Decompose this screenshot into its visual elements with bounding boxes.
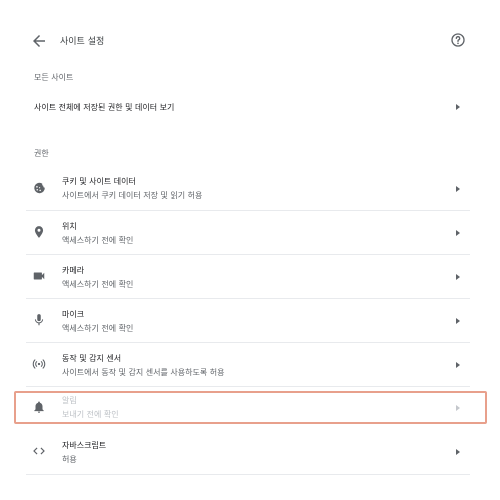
row-divider [26, 474, 470, 475]
permission-row-notifications[interactable]: 알림 보내기 전에 확인 [26, 392, 470, 423]
permission-title: 마이크 [62, 310, 85, 319]
chevron-right-icon [456, 104, 460, 110]
camera-icon [33, 272, 45, 280]
row-divider [26, 298, 470, 299]
all-sites-section-label: 모든 사이트 [34, 73, 74, 82]
permission-subtitle: 사이트에서 쿠키 데이터 저장 및 읽기 허용 [62, 191, 203, 200]
cookie-icon [34, 182, 45, 194]
permission-row-camera[interactable]: 카메라 액세스하기 전에 확인 [26, 259, 470, 295]
permission-subtitle: 보내기 전에 확인 [62, 410, 119, 419]
code-icon [33, 447, 45, 455]
permission-subtitle: 사이트에서 동작 및 감지 센서를 사용하도록 허용 [62, 368, 225, 377]
permission-title: 동작 및 감지 센서 [62, 354, 122, 363]
permission-row-javascript[interactable]: 자바스크립트 허용 [26, 434, 470, 470]
row-divider [26, 254, 470, 255]
all-sites-row-label: 사이트 전체에 저장된 권한 및 데이터 보기 [34, 103, 175, 112]
permission-title: 위치 [62, 222, 77, 231]
bell-icon [34, 401, 44, 413]
permission-subtitle: 액세스하기 전에 확인 [62, 324, 134, 333]
chevron-right-icon [456, 362, 460, 368]
row-divider [26, 342, 470, 343]
chevron-right-icon [456, 449, 460, 455]
chevron-right-icon [456, 186, 460, 192]
permission-title: 카메라 [62, 266, 85, 275]
chevron-right-icon [456, 274, 460, 280]
permission-subtitle: 액세스하기 전에 확인 [62, 280, 134, 289]
help-icon [451, 33, 465, 47]
row-divider [26, 386, 470, 387]
permission-row-microphone[interactable]: 마이크 액세스하기 전에 확인 [26, 303, 470, 339]
location-pin-icon [34, 226, 44, 238]
chevron-right-icon [456, 318, 460, 324]
permission-title: 쿠키 및 사이트 데이터 [62, 177, 136, 186]
page-header: 사이트 설정 [0, 0, 500, 80]
permissions-section-label: 권한 [34, 149, 49, 158]
permission-row-motion-sensors[interactable]: 동작 및 감지 센서 사이트에서 동작 및 감지 센서를 사용하도록 허용 [26, 347, 470, 383]
chevron-right-icon [456, 230, 460, 236]
permission-row-cookies[interactable]: 쿠키 및 사이트 데이터 사이트에서 쿠키 데이터 저장 및 읽기 허용 [26, 172, 470, 206]
arrow-back-icon [33, 35, 45, 47]
permission-subtitle: 허용 [62, 455, 77, 464]
permission-title: 자바스크립트 [62, 441, 107, 450]
permission-title: 알림 [62, 396, 77, 405]
microphone-icon [34, 314, 44, 326]
help-button[interactable] [450, 32, 466, 48]
row-divider [26, 210, 470, 211]
chevron-right-icon [456, 405, 460, 411]
permission-subtitle: 액세스하기 전에 확인 [62, 236, 134, 245]
permission-row-location[interactable]: 위치 액세스하기 전에 확인 [26, 215, 470, 251]
back-button[interactable] [30, 32, 48, 50]
sensors-icon [32, 359, 46, 369]
all-sites-row[interactable]: 사이트 전체에 저장된 권한 및 데이터 보기 [26, 90, 470, 124]
page-title: 사이트 설정 [60, 37, 105, 47]
